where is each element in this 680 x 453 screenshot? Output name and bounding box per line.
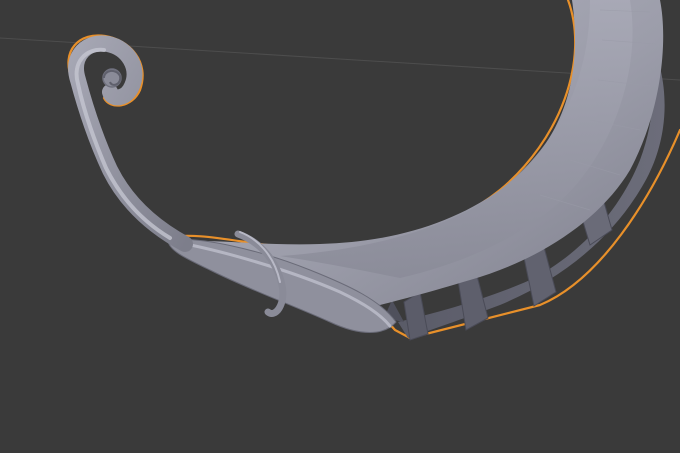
3d-viewport[interactable]: [0, 0, 680, 453]
viewport-canvas[interactable]: [0, 0, 680, 453]
curl-tendril: [68, 35, 193, 252]
